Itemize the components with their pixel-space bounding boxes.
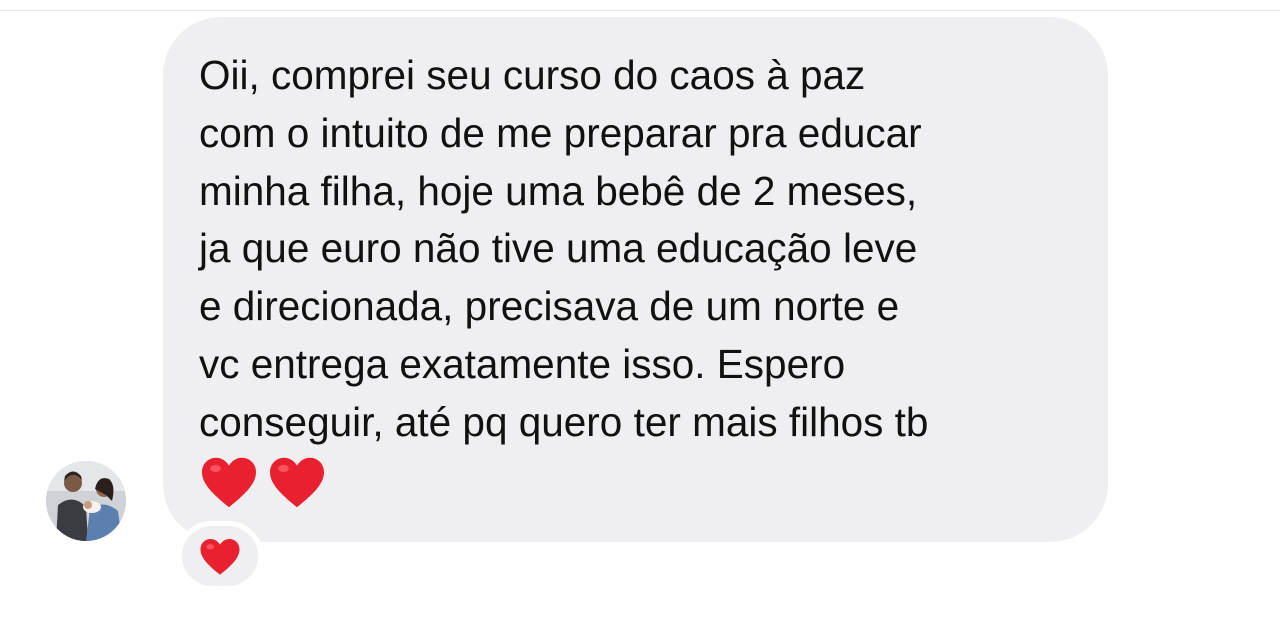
message-line: com o intuito de me preparar pra educar	[199, 109, 922, 156]
message-text: Oii, comprei seu curso do caos à paz com…	[199, 47, 1099, 452]
sender-avatar[interactable]	[46, 461, 126, 541]
message-line: vc entrega exatamente isso. Espero	[199, 340, 846, 387]
top-divider	[0, 10, 1280, 11]
message-line: e direcionada, precisava de um norte e	[199, 283, 900, 330]
heart-icon	[200, 538, 240, 575]
message-line: ja que euro não tive uma educação leve	[199, 225, 918, 272]
message-line: conseguir, até pq quero ter mais filhos …	[199, 398, 929, 445]
heart-icon	[270, 457, 324, 508]
message-line: Oii, comprei seu curso do caos à paz	[199, 52, 866, 98]
heart-icon	[202, 457, 256, 508]
reaction-badge[interactable]	[177, 521, 263, 591]
message-emojis	[200, 455, 326, 515]
avatar-photo	[46, 461, 126, 541]
message-line: minha filha, hoje uma bebê de 2 meses,	[199, 167, 918, 214]
